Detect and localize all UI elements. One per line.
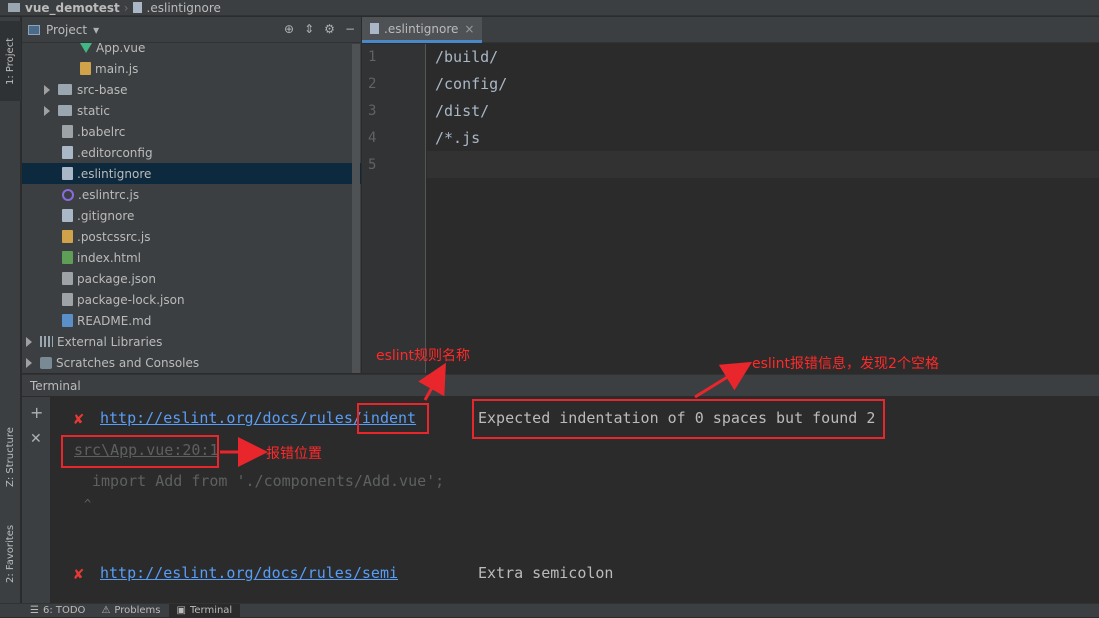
- tab-todo[interactable]: ☰ 6: TODO: [22, 604, 93, 618]
- terminal-icon: ▣: [176, 605, 186, 616]
- bottom-tool-bar: ☰ 6: TODO ⚠ Problems ▣ Terminal: [0, 603, 1099, 618]
- annotation-error-position: 报错位置: [266, 446, 322, 462]
- todo-icon: ☰: [30, 605, 39, 616]
- tab-label: Terminal: [189, 605, 233, 616]
- annotation-error-info: eslint报错信息，发现2个空格: [752, 356, 939, 372]
- warning-icon: ⚠: [101, 605, 111, 616]
- arrow-to-message-label: [694, 361, 753, 399]
- tab-label: 6: TODO: [42, 605, 86, 616]
- tab-terminal[interactable]: ▣ Terminal: [168, 603, 241, 618]
- tab-problems[interactable]: ⚠ Problems: [93, 604, 168, 618]
- annotation-arrows: [220, 361, 753, 467]
- annotation-rule-name: eslint规则名称: [376, 348, 471, 364]
- tab-label: Problems: [114, 605, 161, 616]
- arrow-to-rule-label: [418, 362, 446, 401]
